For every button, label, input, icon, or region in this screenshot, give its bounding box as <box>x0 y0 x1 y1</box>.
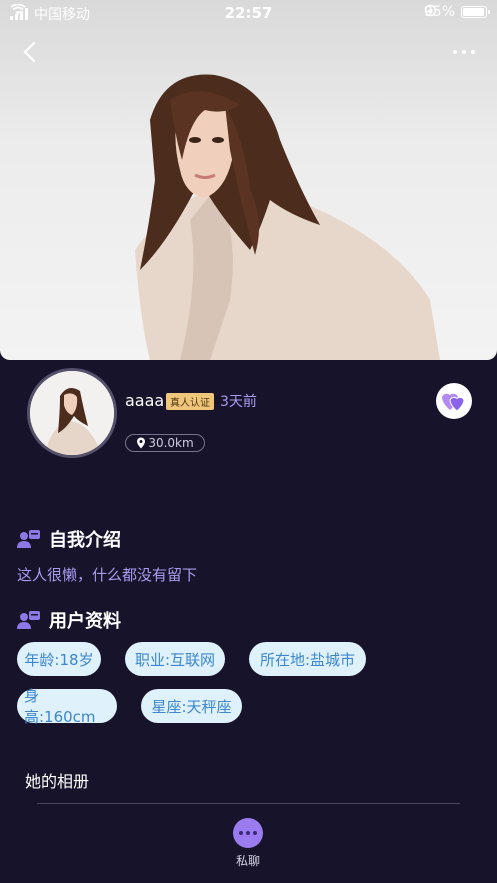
intro-text: 这人很懒，什么都没有留下 <box>17 566 198 584</box>
album-title: 她的相册 <box>25 772 90 791</box>
chat-bubble-icon <box>233 818 263 848</box>
divider <box>37 803 460 804</box>
info-section-title: 用户资料 <box>17 607 121 633</box>
chat-label: 私聊 <box>235 854 260 868</box>
verified-badge: 真人认证 <box>166 393 214 410</box>
like-button[interactable] <box>436 383 472 419</box>
tag-height: 身高:160cm <box>17 687 117 726</box>
tag-constellation: 星座:天秤座 <box>141 689 242 723</box>
avatar[interactable] <box>27 368 117 458</box>
user-card-icon <box>17 611 40 629</box>
intro-title: 自我介绍 <box>49 530 121 551</box>
nickname: aaaa <box>125 391 165 410</box>
intro-section-title: 自我介绍 <box>17 526 121 552</box>
user-card-icon <box>17 530 40 548</box>
info-title: 用户资料 <box>49 611 121 632</box>
profile-cover-photo: 中国移动 22:57 95% <box>0 0 497 360</box>
avatar-photo <box>30 371 114 455</box>
tag-location: 所在地:盐城市 <box>249 642 366 676</box>
distance-badge: 30.0km <box>125 434 205 452</box>
clock: 22:57 <box>224 4 273 22</box>
double-heart-icon <box>442 393 465 412</box>
woman-photo <box>135 74 440 360</box>
more-button[interactable] <box>449 44 479 60</box>
back-button[interactable] <box>16 38 44 66</box>
chevron-left-icon <box>23 41 36 63</box>
private-chat-button[interactable]: 私聊 <box>228 818 268 870</box>
more-horizontal-icon <box>453 50 457 54</box>
rotation-lock-icon <box>424 4 437 17</box>
tag-job: 职业:互联网 <box>125 642 225 676</box>
status-bar: 中国移动 22:57 95% <box>0 0 497 26</box>
tag-age: 年龄:18岁 <box>17 642 101 676</box>
distance-label: 30.0km <box>148 436 194 450</box>
location-pin-icon <box>137 437 146 449</box>
last-active-time: 3天前 <box>220 394 257 410</box>
battery-icon <box>461 6 490 18</box>
